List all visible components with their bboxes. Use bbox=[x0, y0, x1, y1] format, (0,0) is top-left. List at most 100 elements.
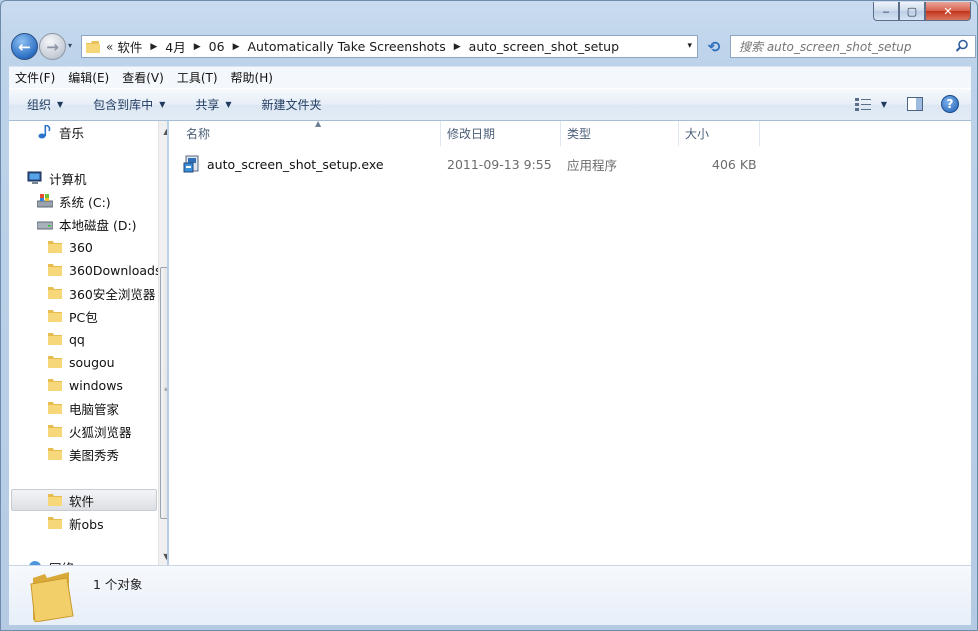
tree-item-folder[interactable]: 美图秀秀 bbox=[47, 443, 119, 465]
scroll-up-arrow-icon[interactable]: ▲ bbox=[159, 123, 167, 139]
folder-icon bbox=[48, 517, 62, 529]
folder-icon bbox=[48, 287, 62, 299]
folder-icon bbox=[48, 333, 62, 345]
column-header-size[interactable]: 大小 bbox=[678, 121, 760, 146]
folder-icon bbox=[48, 310, 62, 322]
breadcrumb-item[interactable]: 软件 bbox=[117, 37, 142, 56]
tree-label: PC包 bbox=[69, 309, 98, 325]
tree-item-folder[interactable]: 360 bbox=[47, 236, 93, 258]
view-dropdown-icon[interactable]: ▼ bbox=[881, 100, 887, 109]
view-controls: ▼ ? bbox=[854, 95, 959, 113]
search-box[interactable] bbox=[730, 35, 976, 58]
caption-buttons: ‒ ▢ ✕ bbox=[873, 2, 971, 21]
item-count: 1 个对象 bbox=[93, 577, 143, 592]
new-folder-label: 新建文件夹 bbox=[261, 98, 322, 112]
sort-ascending-icon: ▲ bbox=[315, 119, 322, 128]
include-in-library-label: 包含到库中 bbox=[93, 98, 154, 112]
recent-pages-dropdown[interactable]: ▾ bbox=[68, 41, 72, 50]
column-header-type[interactable]: 类型 bbox=[560, 121, 679, 146]
tree-label: sougou bbox=[69, 354, 115, 370]
search-input[interactable] bbox=[739, 39, 939, 54]
tree-label: 软件 bbox=[69, 493, 95, 509]
music-icon bbox=[38, 125, 51, 139]
folder-icon bbox=[48, 494, 62, 506]
chevron-down-icon: ▼ bbox=[57, 100, 64, 109]
tree-item-folder[interactable]: windows bbox=[47, 374, 123, 396]
maximize-button[interactable]: ▢ bbox=[899, 2, 925, 21]
navigation-pane: 音乐 计算机 系统 (C:) 本地磁盘 (D:) 360 360Download… bbox=[9, 121, 167, 565]
tree-label: 火狐浏览器 bbox=[69, 424, 132, 440]
breadcrumb-arrow-icon[interactable]: ▶ bbox=[194, 42, 201, 52]
folder-icon bbox=[48, 356, 62, 368]
address-bar[interactable]: « 软件 ▶ 4月 ▶ 06 ▶ Automatically Take Scre… bbox=[81, 35, 698, 58]
organize-label: 组织 bbox=[27, 98, 52, 112]
hard-drive-icon bbox=[37, 221, 53, 230]
search-icon[interactable] bbox=[955, 39, 969, 53]
tree-item-folder[interactable]: qq bbox=[47, 328, 85, 350]
tree-label: 电脑管家 bbox=[69, 401, 120, 417]
tree-label: 计算机 bbox=[49, 171, 87, 187]
column-label: 类型 bbox=[567, 127, 592, 141]
refresh-button[interactable]: ⟲ bbox=[701, 35, 727, 58]
tree-item-drive-c[interactable]: 系统 (C:) bbox=[37, 190, 111, 212]
chevron-down-icon: ▼ bbox=[225, 100, 232, 109]
close-button[interactable]: ✕ bbox=[925, 2, 971, 21]
file-row[interactable]: auto_screen_shot_setup.exe bbox=[183, 153, 443, 175]
breadcrumb-item[interactable]: 06 bbox=[209, 39, 225, 54]
breadcrumb-item[interactable]: auto_screen_shot_setup bbox=[469, 39, 619, 54]
file-name: auto_screen_shot_setup.exe bbox=[207, 156, 384, 172]
file-list: 名称 ▲ 修改日期 类型 大小 auto_screen_shot_setup.e… bbox=[169, 119, 971, 565]
menu-edit[interactable]: 编辑(E) bbox=[68, 69, 109, 86]
tree-item-folder[interactable]: 新obs bbox=[47, 512, 104, 534]
include-in-library-button[interactable]: 包含到库中 ▼ bbox=[93, 96, 165, 113]
breadcrumb-item[interactable]: Automatically Take Screenshots bbox=[247, 39, 445, 54]
tree-item-folder[interactable]: sougou bbox=[47, 351, 115, 373]
tree-item-folder-selected[interactable]: 软件 bbox=[11, 489, 157, 511]
tree-item-folder[interactable]: PC包 bbox=[47, 305, 98, 327]
new-folder-button[interactable]: 新建文件夹 bbox=[262, 96, 322, 113]
breadcrumb-arrow-icon[interactable]: ▶ bbox=[150, 42, 157, 52]
folder-icon bbox=[30, 572, 74, 622]
scroll-down-arrow-icon[interactable]: ▼ bbox=[159, 548, 167, 564]
minimize-button[interactable]: ‒ bbox=[873, 2, 899, 21]
back-button[interactable]: ← bbox=[11, 33, 38, 60]
tree-item-drive-d[interactable]: 本地磁盘 (D:) bbox=[37, 213, 137, 235]
tree-label: 360 bbox=[69, 239, 93, 255]
tree-item-folder[interactable]: 360Downloads bbox=[47, 259, 162, 281]
folder-icon bbox=[48, 448, 62, 460]
tree-label: qq bbox=[69, 331, 85, 347]
breadcrumb-arrow-icon[interactable]: ▶ bbox=[454, 42, 461, 52]
tree-label: 音乐 bbox=[59, 125, 85, 141]
tree-item-computer[interactable]: 计算机 bbox=[27, 167, 87, 189]
tree-item-network[interactable]: 网络 bbox=[27, 556, 74, 565]
tree-item-folder[interactable]: 火狐浏览器 bbox=[47, 420, 132, 442]
system-drive-icon bbox=[37, 194, 53, 208]
preview-pane-icon[interactable] bbox=[907, 97, 923, 111]
address-dropdown[interactable]: ▾ bbox=[687, 41, 692, 51]
tree-item-folder[interactable]: 360安全浏览器 bbox=[47, 282, 155, 304]
change-view-icon[interactable] bbox=[854, 97, 871, 111]
installer-exe-icon bbox=[183, 155, 199, 173]
breadcrumb-item[interactable]: 4月 bbox=[165, 37, 185, 56]
column-header-modified[interactable]: 修改日期 bbox=[440, 121, 561, 146]
column-header-name[interactable]: 名称 ▲ bbox=[179, 119, 441, 146]
menu-help[interactable]: 帮助(H) bbox=[231, 69, 273, 86]
column-label: 大小 bbox=[685, 127, 710, 141]
explorer-window: ‒ ▢ ✕ ← → ▾ « 软件 ▶ 4月 ▶ 06 ▶ Automatical… bbox=[0, 0, 978, 631]
scrollbar-thumb[interactable]: ≡ bbox=[160, 267, 167, 519]
menu-view[interactable]: 查看(V) bbox=[122, 69, 164, 86]
menu-file[interactable]: 文件(F) bbox=[15, 69, 55, 86]
tree-label: 360安全浏览器 bbox=[69, 286, 156, 302]
organize-button[interactable]: 组织 ▼ bbox=[27, 96, 63, 113]
menu-tools[interactable]: 工具(T) bbox=[177, 69, 218, 86]
address-overflow-chevron[interactable]: « bbox=[106, 40, 113, 54]
share-button[interactable]: 共享 ▼ bbox=[195, 96, 231, 113]
forward-button[interactable]: → bbox=[39, 33, 66, 60]
navigation-bar: ← → ▾ « 软件 ▶ 4月 ▶ 06 ▶ Automatically Tak… bbox=[9, 31, 976, 61]
help-button[interactable]: ? bbox=[941, 95, 959, 113]
breadcrumb-arrow-icon[interactable]: ▶ bbox=[233, 42, 240, 52]
folder-icon bbox=[48, 425, 62, 437]
nav-pane-scrollbar[interactable]: ▲ ≡ ▼ bbox=[158, 121, 167, 565]
tree-item-folder[interactable]: 电脑管家 bbox=[47, 397, 119, 419]
tree-item-music[interactable]: 音乐 bbox=[37, 121, 84, 143]
